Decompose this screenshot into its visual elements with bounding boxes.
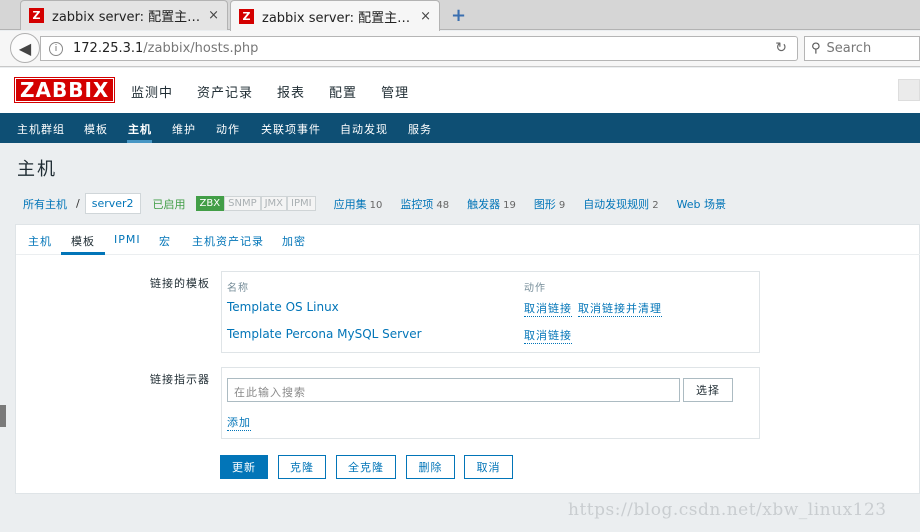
triggers-link[interactable]: 触发器 19 xyxy=(467,196,516,212)
status-enabled: 已启用 xyxy=(152,197,186,211)
url-host: 172.25.3.1 xyxy=(73,41,144,56)
close-tab-icon[interactable]: × xyxy=(420,9,431,24)
host-form: 主机 模板 IPMI 宏 主机资产记录 加密 链接的模板 名称 动作 Templ… xyxy=(15,224,920,494)
tab-host[interactable]: 主机 xyxy=(28,233,52,249)
header-search-box[interactable] xyxy=(898,79,920,101)
reload-icon[interactable]: ↻ xyxy=(775,40,787,56)
search-placeholder: Search xyxy=(826,41,872,56)
close-tab-icon[interactable]: × xyxy=(208,8,219,23)
link-indicator-panel: 在此输入搜索 选择 添加 xyxy=(221,367,760,439)
tab-macros[interactable]: 宏 xyxy=(159,233,171,249)
add-link[interactable]: 添加 xyxy=(227,414,251,431)
app-header: ZABBIX 监测中 资产记录 报表 配置 管理 xyxy=(0,68,920,113)
zabbix-logo[interactable]: ZABBIX xyxy=(13,77,116,103)
menu-monitoring[interactable]: 监测中 xyxy=(131,82,173,101)
browser-tab-bar: Z zabbix server: 配置主… × Z zabbix server:… xyxy=(0,0,920,31)
menu-reports[interactable]: 报表 xyxy=(277,82,305,101)
unlink-button[interactable]: 取消链接 xyxy=(524,327,572,344)
submenu-correlation[interactable]: 关联项事件 xyxy=(261,121,321,137)
browser-tab-1[interactable]: Z zabbix server: 配置主… × xyxy=(20,0,228,30)
breadcrumb: 所有主机 / server2 已启用 ZBX SNMP JMX IPMI 应用集… xyxy=(15,189,920,218)
main-menu: 监测中 资产记录 报表 配置 管理 xyxy=(131,82,433,101)
all-hosts-link[interactable]: 所有主机 xyxy=(23,196,67,212)
template-link[interactable]: Template OS Linux xyxy=(227,300,339,314)
submenu-discovery[interactable]: 自动发现 xyxy=(340,121,388,137)
menu-inventory[interactable]: 资产记录 xyxy=(197,82,253,101)
template-link[interactable]: Template Percona MySQL Server xyxy=(227,327,422,341)
submenu-services[interactable]: 服务 xyxy=(408,121,432,137)
submenu-templates[interactable]: 模板 xyxy=(84,121,108,137)
discovery-rules-link[interactable]: 自动发现规则 2 xyxy=(583,196,658,212)
browser-tab-title: zabbix server: 配置主… xyxy=(262,10,411,26)
watermark: https://blog.csdn.net/xbw_linux123 xyxy=(568,500,887,520)
linked-templates-label: 链接的模板 xyxy=(150,277,210,290)
delete-button[interactable]: 删除 xyxy=(406,455,455,479)
tab-encryption[interactable]: 加密 xyxy=(282,233,306,249)
availability-badge-zbx: ZBX xyxy=(195,196,225,211)
web-scenarios-link[interactable]: Web 场景 xyxy=(677,196,729,212)
browser-tab-2[interactable]: Z zabbix server: 配置主… × xyxy=(230,0,440,31)
availability-badge-snmp: SNMP xyxy=(224,196,261,211)
active-tab-indicator xyxy=(61,252,105,255)
menu-administration[interactable]: 管理 xyxy=(381,82,409,101)
tab-templates[interactable]: 模板 xyxy=(71,233,95,249)
unlink-button[interactable]: 取消链接 xyxy=(524,300,572,317)
new-tab-icon[interactable]: + xyxy=(451,5,466,26)
submenu-host-groups[interactable]: 主机群组 xyxy=(17,121,65,137)
availability-badge-ipmi: IPMI xyxy=(287,196,316,211)
availability-badge-jmx: JMX xyxy=(260,196,288,211)
select-button[interactable]: 选择 xyxy=(683,378,733,402)
clone-button[interactable]: 克隆 xyxy=(278,455,326,479)
active-submenu-indicator xyxy=(127,140,152,143)
menu-configuration[interactable]: 配置 xyxy=(329,82,357,101)
applications-link[interactable]: 应用集 10 xyxy=(334,196,383,212)
submenu-hosts[interactable]: 主机 xyxy=(128,121,152,137)
zabbix-favicon-icon: Z xyxy=(29,8,44,23)
current-host[interactable]: server2 xyxy=(84,193,141,214)
browser-search-input[interactable]: ⚲ Search xyxy=(804,36,920,61)
sub-menu: 主机群组 模板 主机 维护 动作 关联项事件 自动发现 服务 xyxy=(0,113,920,143)
zabbix-favicon-icon: Z xyxy=(239,8,254,24)
items-link[interactable]: 监控项 48 xyxy=(400,196,449,212)
tab-ipmi[interactable]: IPMI xyxy=(114,233,141,246)
linked-templates-table: 名称 动作 Template OS Linux 取消链接 取消链接并清理 Tem… xyxy=(221,271,760,353)
url-bar[interactable]: i 172.25.3.1/zabbix/hosts.php ↻ xyxy=(40,36,798,61)
column-action: 动作 xyxy=(524,283,546,294)
link-indicator-label: 链接指示器 xyxy=(150,373,210,386)
unlink-and-clear-button[interactable]: 取消链接并清理 xyxy=(578,300,662,317)
page-title: 主机 xyxy=(17,159,57,180)
full-clone-button[interactable]: 全克隆 xyxy=(336,455,396,479)
tab-inventory[interactable]: 主机资产记录 xyxy=(192,233,264,249)
column-name: 名称 xyxy=(227,283,249,294)
template-search-input[interactable]: 在此输入搜索 xyxy=(227,378,680,402)
back-arrow-icon[interactable]: ◀ xyxy=(10,33,40,63)
graphs-link[interactable]: 图形 9 xyxy=(534,196,565,212)
browser-tab-title: zabbix server: 配置主… xyxy=(52,10,201,25)
window-edge-fragment xyxy=(0,405,6,427)
breadcrumb-separator: / xyxy=(76,197,80,210)
browser-nav-bar: i 172.25.3.1/zabbix/hosts.php ↻ ◀ ⚲ Sear… xyxy=(0,31,920,67)
update-button[interactable]: 更新 xyxy=(220,455,268,479)
form-tabs: 主机 模板 IPMI 宏 主机资产记录 加密 xyxy=(16,225,920,255)
site-info-icon[interactable]: i xyxy=(49,41,63,56)
url-path: /zabbix/hosts.php xyxy=(143,41,259,56)
search-icon: ⚲ xyxy=(811,41,821,56)
cancel-button[interactable]: 取消 xyxy=(464,455,513,479)
submenu-actions[interactable]: 动作 xyxy=(216,121,240,137)
submenu-maintenance[interactable]: 维护 xyxy=(172,121,196,137)
